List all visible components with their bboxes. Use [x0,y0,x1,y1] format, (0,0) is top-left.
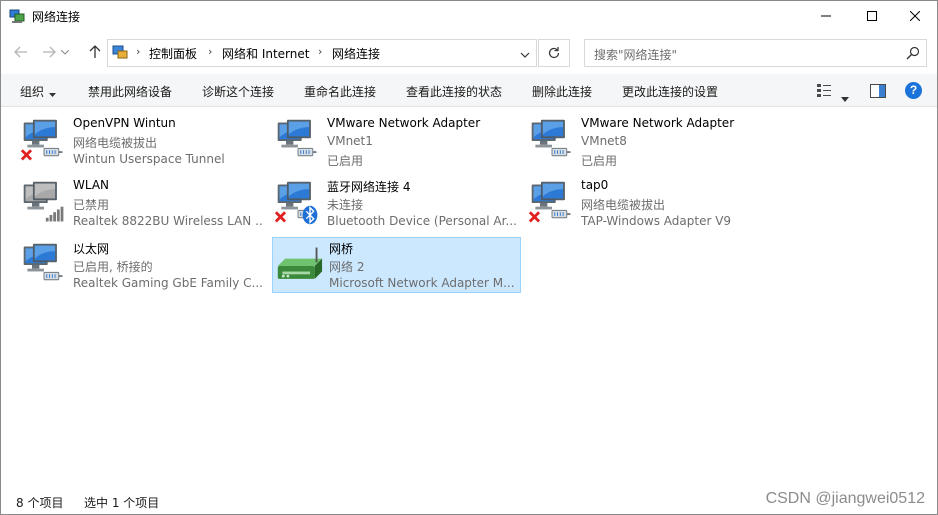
ethernet-adapter-icon [274,117,322,165]
network-bridge-icon [275,242,323,290]
connection-item[interactable]: 蓝牙网络连接 4 未连接 Bluetooth Device (Personal … [272,175,521,231]
connection-name: 蓝牙网络连接 4 [327,180,411,194]
breadcrumb-network-internet[interactable]: 网络和 Internet [222,45,309,62]
title-bar: 网络连接 [1,1,937,31]
error-x-icon [20,149,33,161]
connection-device: 已启用 [327,154,364,168]
disable-device-button[interactable]: 禁用此网络设备 [88,83,172,100]
connection-status: 网络 2 [329,260,365,274]
help-icon[interactable]: ? [905,82,922,99]
diagnose-connection-button[interactable]: 诊断这个连接 [202,83,274,100]
connection-status: VMnet1 [327,134,373,148]
connection-name: VMware Network Adapter [327,116,481,130]
address-bar[interactable]: › 控制面板 › 网络和 Internet › 网络连接 [107,39,537,67]
connection-device: Microsoft Network Adapter M... [329,276,515,290]
connection-name: WLAN [73,178,110,192]
address-dropdown-chevron-icon[interactable] [520,46,530,65]
connection-item[interactable]: 以太网 已启用, 桥接的 Realtek Gaming GbE Family C… [18,237,267,293]
up-arrow-icon[interactable] [84,40,106,64]
network-connections-window: 网络连接 › 控制面板 › 网络和 Internet › 网络连接 搜索"网络连… [0,0,938,515]
connection-name: VMware Network Adapter [581,116,735,130]
ethernet-adapter-icon [528,179,576,227]
organize-label: 组织 [20,85,45,99]
refresh-button[interactable] [538,39,570,67]
organize-menu-button[interactable]: 组织 [20,83,57,100]
maximize-button[interactable] [849,1,895,31]
connection-name: 网桥 [329,242,354,256]
connection-item[interactable]: 网桥 网络 2 Microsoft Network Adapter M... [272,237,521,293]
ethernet-adapter-icon [528,117,576,165]
connection-status: VMnet8 [581,134,627,148]
connection-name: tap0 [581,178,609,192]
connection-item[interactable]: tap0 网络电缆被拔出 TAP-Windows Adapter V9 [526,175,775,231]
breadcrumb-control-panel[interactable]: 控制面板 [149,45,197,62]
status-bar: 8 个项目 选中 1 个项目 CSDN @jiangwei0512 [1,488,937,514]
connection-item[interactable]: VMware Network Adapter VMnet8 已启用 [526,113,775,169]
wireless-adapter-icon [20,179,68,227]
search-input[interactable]: 搜索"网络连接" [584,39,927,67]
view-options-icon[interactable] [816,82,832,102]
recent-locations-chevron-icon[interactable] [59,40,71,64]
connection-device: 已启用 [581,154,618,168]
bluetooth-adapter-icon [274,179,322,227]
view-status-button[interactable]: 查看此连接的状态 [406,83,502,100]
connection-item[interactable]: WLAN 已禁用 Realtek 8822BU Wireless LAN ... [18,175,267,231]
error-x-icon [528,211,541,223]
connection-status: 未连接 [327,198,364,212]
minimize-button[interactable] [803,1,849,31]
back-arrow-icon[interactable] [10,40,32,64]
rename-connection-button[interactable]: 重命名此连接 [304,83,376,100]
connection-device: Wintun Userspace Tunnel [73,152,225,166]
search-placeholder: 搜索"网络连接" [594,48,678,62]
connection-name: 以太网 [73,242,110,256]
forward-arrow-icon[interactable] [38,40,60,64]
connection-device: Realtek 8822BU Wireless LAN ... [73,214,263,228]
preview-pane-icon[interactable] [870,83,886,102]
refresh-icon [548,47,560,59]
selection-count: 选中 1 个项目 [84,496,160,510]
watermark-text: CSDN @jiangwei0512 [765,490,925,507]
error-x-icon [274,211,287,223]
control-panel-icon [112,44,128,60]
view-options-chevron-icon[interactable] [841,87,849,106]
ethernet-adapter-icon [20,117,68,165]
command-toolbar: 组织 禁用此网络设备 诊断这个连接 重命名此连接 查看此连接的状态 删除此连接 … [1,74,937,107]
connection-status: 网络电缆被拔出 [581,198,666,212]
window-title: 网络连接 [32,10,81,24]
navigation-bar: › 控制面板 › 网络和 Internet › 网络连接 搜索"网络连接" [1,35,937,69]
connection-status: 已禁用 [73,198,110,212]
chevron-down-icon [49,86,57,100]
delete-connection-button[interactable]: 删除此连接 [532,83,592,100]
connection-status: 已启用, 桥接的 [73,260,153,274]
close-button[interactable] [892,1,937,31]
breadcrumb-separator-icon: › [318,45,323,58]
breadcrumb-separator-icon: › [208,45,213,58]
connection-item[interactable]: OpenVPN Wintun 网络电缆被拔出 Wintun Userspace … [18,113,267,169]
connection-name: OpenVPN Wintun [73,116,176,130]
connection-status: 网络电缆被拔出 [73,136,158,150]
connection-device: Bluetooth Device (Personal Ar... [327,214,517,228]
ethernet-adapter-icon [20,241,68,289]
connections-list: OpenVPN Wintun 网络电缆被拔出 Wintun Userspace … [1,107,937,488]
connection-device: TAP-Windows Adapter V9 [581,214,732,228]
breadcrumb-network-connections[interactable]: 网络连接 [332,45,380,62]
connection-item[interactable]: VMware Network Adapter VMnet1 已启用 [272,113,521,169]
search-icon[interactable] [906,45,920,64]
change-settings-button[interactable]: 更改此连接的设置 [622,83,718,100]
item-count: 8 个项目 [16,496,64,510]
connection-device: Realtek Gaming GbE Family C... [73,276,263,290]
breadcrumb-separator-icon: › [136,45,141,58]
network-folder-icon [9,8,25,24]
